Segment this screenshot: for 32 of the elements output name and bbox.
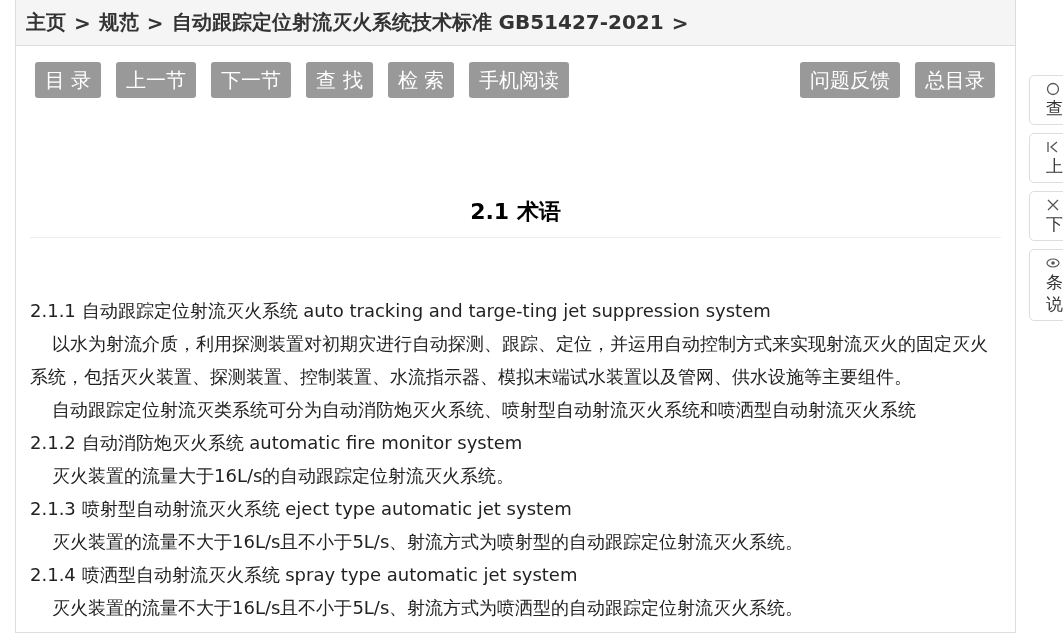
paragraph: 灭火装置的流量大于16L/s的自动跟踪定位射流灭火系统。 <box>51 464 516 488</box>
skip-back-icon <box>1046 140 1060 154</box>
toolbar-button[interactable]: 上一节 <box>116 62 197 98</box>
close-icon <box>1046 198 1060 212</box>
side-button[interactable]: 查 <box>1029 75 1063 125</box>
breadcrumb-separator: > <box>146 10 164 35</box>
term-title: 2.1.4 喷洒型自动射流灭火系统 spray type automatic jet system <box>30 563 579 587</box>
term-title: 2.1.2 自动消防炮灭火系统 automatic fire monitor system <box>30 431 524 455</box>
paragraph: 灭火装置的流量不大于16L/s且不小于5L/s、射流方式为喷射型的自动跟踪定位射流灭火系统。 <box>51 530 805 554</box>
toolbar-button[interactable]: 问题反馈 <box>800 62 900 98</box>
paragraph: 灭火装置的流量不大于16L/s且不小于5L/s、射流方式为喷洒型的自动跟踪定位射流灭火系统。 <box>51 596 805 620</box>
toolbar-button[interactable]: 目 录 <box>35 62 102 98</box>
breadcrumb-separator: > <box>74 10 91 35</box>
paragraph: 自动跟踪定位射流灭类系统可分为自动消防炮灭火系统、喷射型自动射流灭火系统和喷洒型自动射流灭火系统 <box>51 398 917 422</box>
side-button[interactable]: 上 <box>1029 133 1063 183</box>
toolbar-button[interactable]: 总目录 <box>915 62 995 98</box>
side-button[interactable]: 下 <box>1029 191 1063 241</box>
toolbar-button[interactable]: 检 索 <box>387 62 455 98</box>
breadcrumb-link[interactable]: 主页 <box>26 9 66 36</box>
eye-icon <box>1046 256 1060 270</box>
toolbar-button[interactable]: 手机阅读 <box>469 62 570 98</box>
breadcrumb-link[interactable]: 自动跟踪定位射流灭火系统技术标准 GB51427-2021 <box>171 9 664 36</box>
term-title: 2.1.1 自动跟踪定位射流灭火系统 auto tracking and targe-ting jet suppression system <box>30 299 772 323</box>
section-heading: 2.1 术语 <box>30 98 1001 238</box>
toolbar-button[interactable]: 查 找 <box>306 62 373 98</box>
side-button[interactable]: 条 说 <box>1029 249 1063 321</box>
search-icon <box>1046 82 1060 96</box>
term-title: 2.1.3 喷射型自动射流灭火系统 eject type automatic jet system <box>30 497 573 521</box>
paragraph: 以水为射流介质，利用探测装置对初期灾进行自动探测、跟踪、定位，并运用自动控制方式来实现射流灭火的固定灭火系统，包括灭火装置、探测装置、控制装置、水流指示器、模拟末端试水装置以及管网、供水设施等主要组件。 <box>30 332 989 389</box>
breadcrumb-separator: > <box>671 10 689 35</box>
toolbar-button[interactable]: 下一节 <box>211 62 292 98</box>
breadcrumb-link[interactable]: 规范 <box>98 9 139 36</box>
